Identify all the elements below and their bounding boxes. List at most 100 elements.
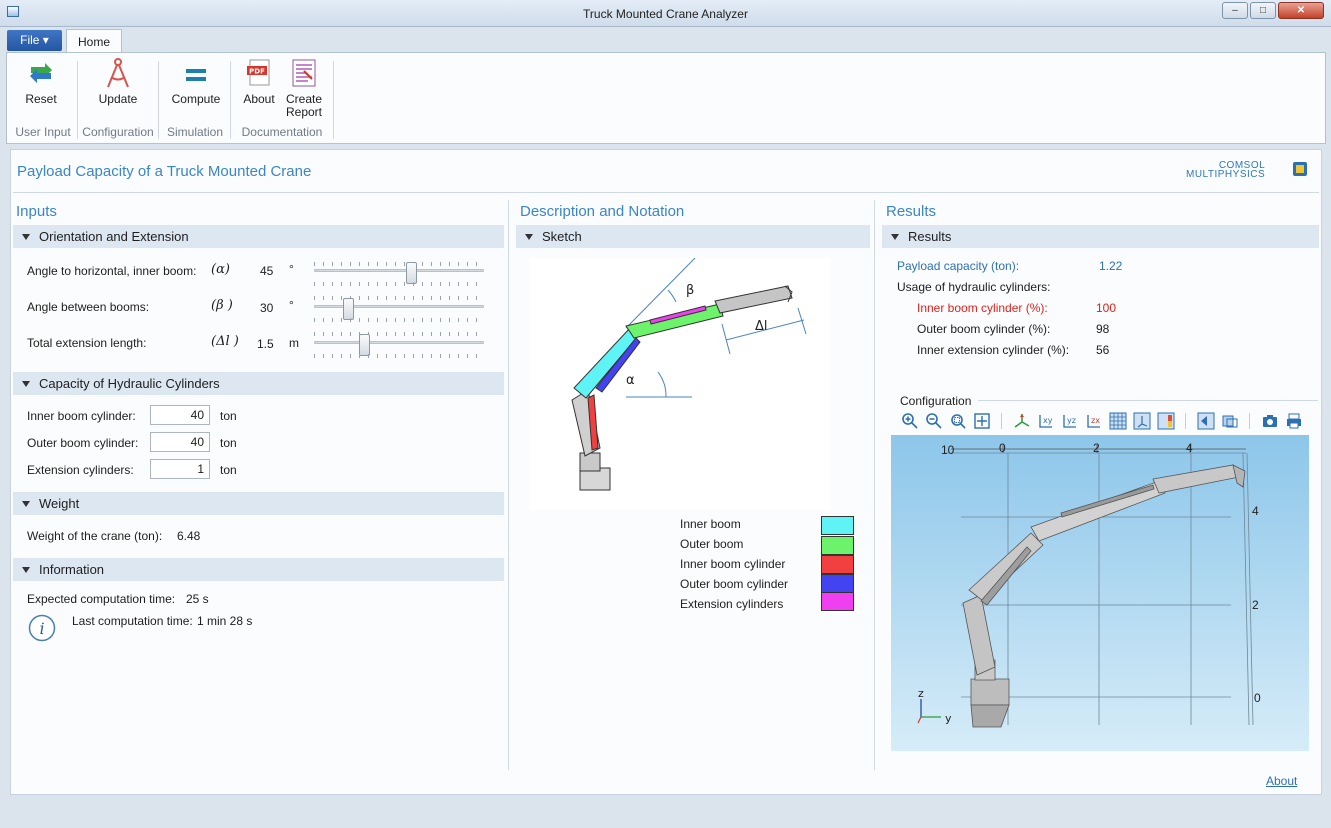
collapse-triangle-icon	[525, 234, 533, 240]
slider-ticks	[314, 332, 484, 336]
window-title: Truck Mounted Crane Analyzer	[583, 7, 748, 21]
results-header[interactable]: Results	[882, 225, 1319, 248]
legend-label: Outer boom	[680, 537, 744, 551]
maximize-button[interactable]: □	[1250, 2, 1276, 19]
results-title: Results	[886, 203, 937, 220]
sketch-alpha-label: α	[626, 373, 635, 388]
slider-ticks	[314, 262, 484, 266]
expected-time-label: Expected computation time:	[27, 592, 176, 606]
triad-z-label: z	[918, 687, 924, 700]
angle-inner-value: 45	[260, 264, 274, 278]
print-icon[interactable]	[1285, 412, 1303, 430]
compute-button[interactable]: Compute	[167, 57, 225, 106]
collapse-triangle-icon	[22, 234, 30, 240]
axis-right-label: 2	[1252, 598, 1259, 612]
slider-ticks	[314, 354, 484, 358]
capacity-header[interactable]: Capacity of Hydraulic Cylinders	[13, 372, 504, 395]
crane-sketch: α β Δl	[530, 258, 830, 510]
camera-icon[interactable]	[1261, 412, 1279, 430]
angle-between-slider[interactable]	[314, 305, 484, 308]
angle-inner-slider-thumb[interactable]	[406, 262, 418, 284]
inner-boom-cylinder-input[interactable]: 40	[150, 405, 210, 425]
configuration-label: Configuration	[900, 394, 972, 408]
information-header[interactable]: Information	[13, 558, 504, 581]
extension-length-slider[interactable]	[314, 341, 484, 344]
outer-boom-cylinder-input[interactable]: 40	[150, 432, 210, 452]
slider-ticks	[314, 318, 484, 322]
equals-icon	[186, 69, 206, 81]
angle-between-unit: °	[289, 298, 294, 312]
zoom-in-icon[interactable]	[901, 412, 919, 430]
file-menu-button[interactable]: File ▾	[7, 30, 62, 51]
create-report-button[interactable]: Create Report	[283, 57, 325, 119]
last-time-value: 1 min 28 s	[197, 614, 253, 628]
extension-length-slider-thumb[interactable]	[358, 334, 370, 356]
legend-label: Extension cylinders	[680, 597, 784, 611]
angle-inner-slider[interactable]	[314, 269, 484, 272]
weight-header-label: Weight	[39, 496, 80, 511]
reset-label: Reset	[25, 92, 57, 106]
about-link[interactable]: About	[1266, 774, 1297, 788]
sketch-header[interactable]: Sketch	[516, 225, 870, 248]
last-time-label: Last computation time:	[72, 614, 193, 628]
usage-extension-label: Inner extension cylinder (%):	[917, 343, 1070, 357]
usage-inner-boom-value: 100	[1096, 301, 1117, 315]
beta-symbol: (β )	[211, 298, 233, 313]
collapse-triangle-icon	[22, 501, 30, 507]
legend-label: Inner boom cylinder	[680, 557, 786, 571]
scene-light-icon[interactable]	[1197, 412, 1215, 430]
collapse-triangle-icon	[891, 234, 899, 240]
angle-between-value: 30	[260, 301, 274, 315]
weight-header[interactable]: Weight	[13, 492, 504, 515]
crane-weight-label: Weight of the crane (ton):	[27, 529, 163, 543]
xy-view-icon[interactable]: xy	[1037, 412, 1055, 430]
description-title: Description and Notation	[520, 203, 685, 220]
svg-text:zx: zx	[1091, 416, 1100, 425]
group-documentation: Documentation	[241, 125, 323, 139]
about-button[interactable]: PDF About	[239, 57, 279, 106]
pdf-icon: PDF	[247, 59, 270, 86]
zoom-extents-icon[interactable]	[973, 412, 991, 430]
logo-line2: MULTIPHYSICS	[1186, 169, 1266, 180]
results-header-label: Results	[908, 229, 952, 244]
zoom-box-icon[interactable]	[949, 412, 967, 430]
grid-icon[interactable]	[1109, 412, 1127, 430]
legend-swatch-inner-boom-cylinder	[821, 555, 854, 574]
usage-outer-boom-value: 98	[1096, 322, 1110, 336]
default-view-icon[interactable]	[1013, 412, 1031, 430]
ribbon-separator	[77, 61, 78, 139]
extension-cylinders-label: Extension cylinders:	[27, 463, 134, 477]
zoom-out-icon[interactable]	[925, 412, 943, 430]
transparency-icon[interactable]	[1221, 412, 1239, 430]
group-simulation: Simulation	[166, 125, 224, 139]
orientation-header-label: Orientation and Extension	[39, 229, 189, 244]
extension-cylinders-input[interactable]: 1	[150, 459, 210, 479]
update-label: Update	[98, 92, 138, 106]
color-legend-icon[interactable]	[1157, 412, 1175, 430]
extension-cylinders-unit: ton	[220, 463, 237, 477]
outer-boom-cylinder-unit: ton	[220, 436, 237, 450]
orientation-header[interactable]: Orientation and Extension	[13, 225, 504, 248]
reset-button[interactable]: Reset	[15, 57, 67, 106]
graphics-window[interactable]: z y 10 0 2 4 4 2 0	[891, 435, 1309, 751]
sketch-beta-label: β	[686, 283, 694, 298]
zx-view-icon[interactable]: zx	[1085, 412, 1103, 430]
minimize-button[interactable]: –	[1222, 2, 1248, 19]
angle-between-slider-thumb[interactable]	[342, 298, 354, 320]
axis-right-label: 0	[1254, 691, 1261, 705]
collapse-triangle-icon	[22, 381, 30, 387]
yz-view-icon[interactable]: yz	[1061, 412, 1079, 430]
usage-outer-boom-label: Outer boom cylinder (%):	[917, 322, 1051, 336]
about-label: About	[243, 92, 275, 106]
triad-y-label: y	[945, 712, 952, 725]
axis-orientation-icon[interactable]	[1133, 412, 1151, 430]
extension-length-label: Total extension length:	[27, 336, 147, 350]
compute-label: Compute	[171, 92, 221, 106]
compass-icon	[107, 58, 129, 88]
tab-home[interactable]: Home	[66, 29, 122, 54]
update-button[interactable]: Update	[89, 57, 147, 106]
close-button[interactable]: ✕	[1278, 2, 1324, 19]
legend-label: Inner boom	[680, 517, 741, 531]
group-user-input: User Input	[15, 125, 71, 139]
status-bar	[0, 800, 1331, 828]
